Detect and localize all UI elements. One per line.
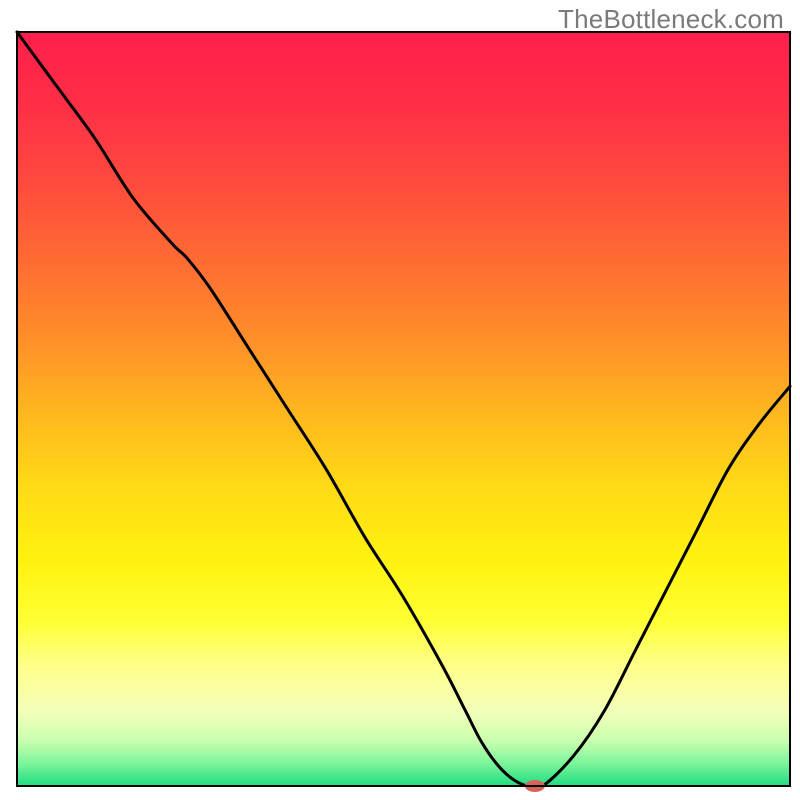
watermark-text: TheBottleneck.com — [558, 4, 784, 35]
plot-background — [17, 32, 790, 786]
chart-container: TheBottleneck.com — [0, 0, 800, 800]
bottleneck-chart — [0, 0, 800, 800]
